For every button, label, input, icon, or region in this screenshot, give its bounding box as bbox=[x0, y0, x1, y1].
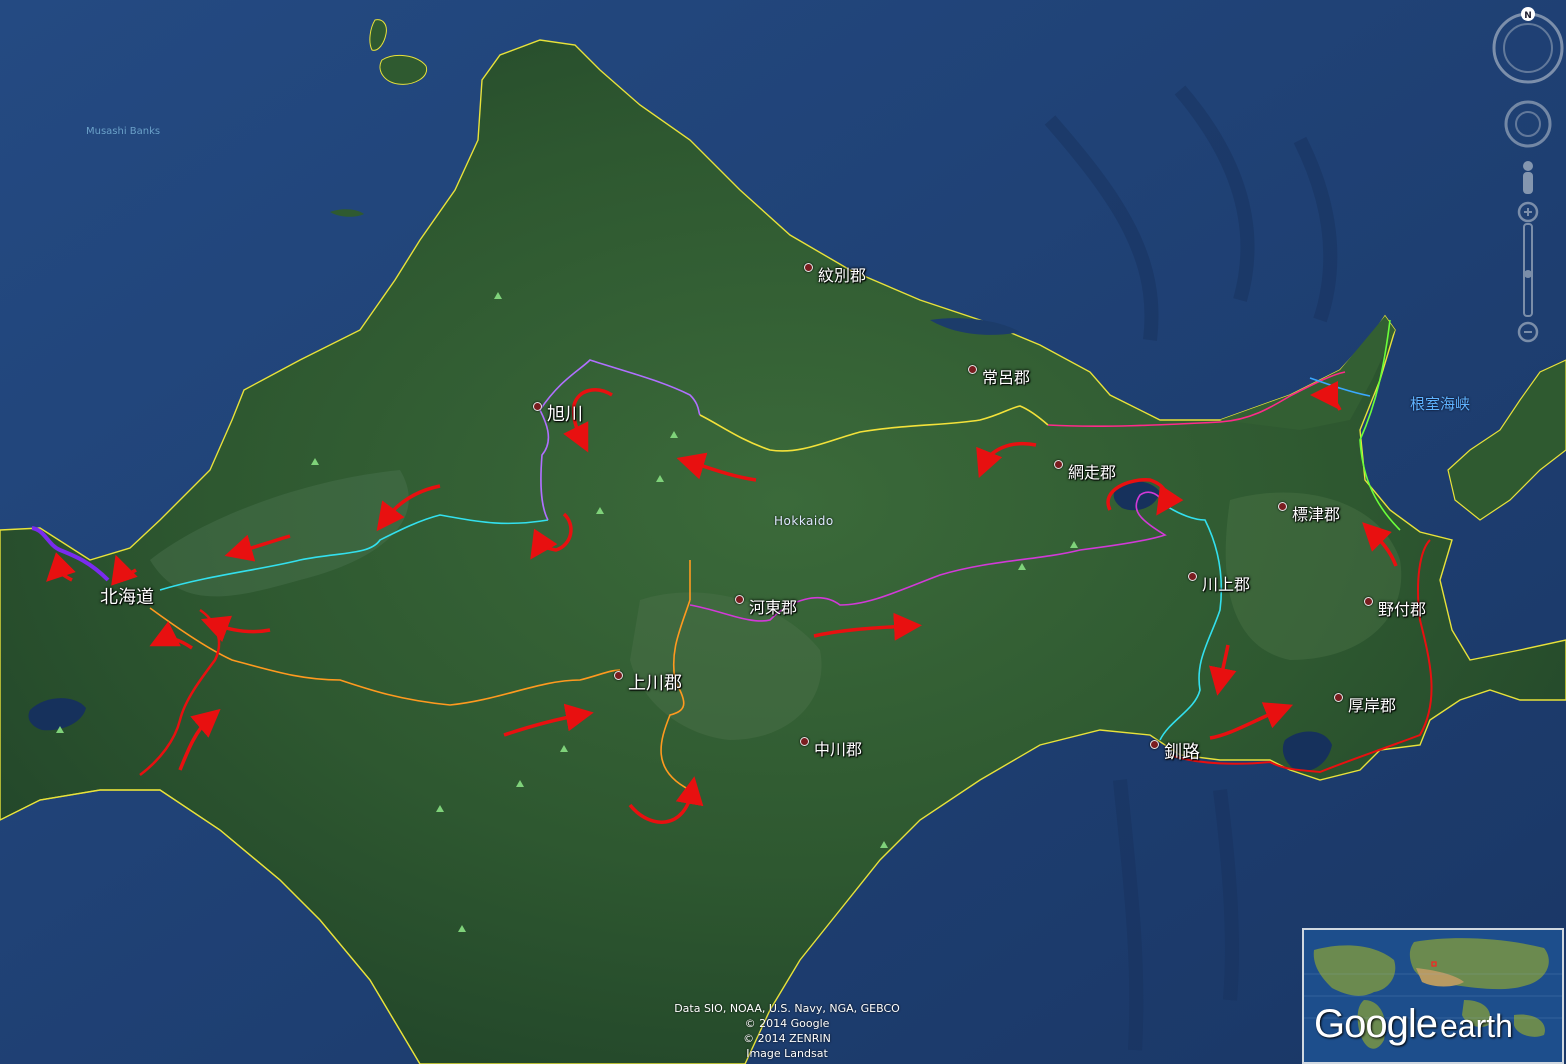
place-kushiro[interactable]: 釧路 bbox=[1150, 724, 1200, 764]
place-tokoro[interactable]: 常呂郡 bbox=[968, 350, 1030, 388]
satellite-map[interactable] bbox=[0, 0, 1566, 1064]
place-marker-icon bbox=[735, 594, 744, 604]
place-kamikawa[interactable]: 上川郡 bbox=[614, 655, 682, 695]
place-notsuke[interactable]: 野付郡 bbox=[1364, 582, 1426, 620]
place-kawakami[interactable]: 川上郡 bbox=[1188, 557, 1250, 595]
overview-map[interactable]: Googleearth bbox=[1302, 928, 1564, 1064]
place-monbetsu[interactable]: 紋別郡 bbox=[804, 248, 866, 286]
island-rishiri bbox=[379, 54, 428, 85]
place-asahikawa[interactable]: 旭川 bbox=[533, 386, 583, 426]
navigation-controls: N bbox=[1490, 6, 1566, 346]
label-musashi-bank: Musashi Banks bbox=[86, 126, 161, 137]
label-region-hokkaido: Hokkaido bbox=[774, 514, 834, 528]
place-marker-icon bbox=[1364, 596, 1373, 606]
place-marker-icon bbox=[1054, 459, 1063, 469]
zoom-slider-icon[interactable] bbox=[1517, 201, 1539, 343]
map-attribution: Data SIO, NOAA, U.S. Navy, NGA, GEBCO © … bbox=[674, 1002, 900, 1060]
place-marker-icon bbox=[800, 736, 809, 746]
place-shibetsu[interactable]: 標津郡 bbox=[1278, 487, 1340, 525]
north-indicator: N bbox=[1524, 11, 1532, 21]
place-marker-icon bbox=[533, 401, 542, 411]
google-earth-logo: Googleearth bbox=[1314, 1002, 1513, 1046]
street-view-pegman-icon[interactable] bbox=[1523, 161, 1533, 194]
place-marker-icon bbox=[1188, 571, 1197, 581]
place-marker-icon bbox=[1278, 501, 1287, 511]
place-marker-icon bbox=[614, 670, 623, 680]
place-marker-icon bbox=[968, 364, 977, 374]
place-hokkaido[interactable]: 北海道 bbox=[100, 583, 154, 609]
place-nakagawa[interactable]: 中川郡 bbox=[800, 722, 862, 760]
place-marker-icon bbox=[1150, 739, 1159, 749]
place-marker-icon bbox=[1334, 692, 1343, 702]
place-akkeshi[interactable]: 厚岸郡 bbox=[1334, 678, 1396, 716]
look-joystick-icon[interactable] bbox=[1504, 100, 1552, 148]
label-nemuro-strait: 根室海峡 bbox=[1410, 395, 1471, 413]
place-marker-icon bbox=[804, 262, 813, 272]
place-kato[interactable]: 河東郡 bbox=[735, 580, 797, 618]
place-abashiri[interactable]: 網走郡 bbox=[1054, 445, 1116, 483]
